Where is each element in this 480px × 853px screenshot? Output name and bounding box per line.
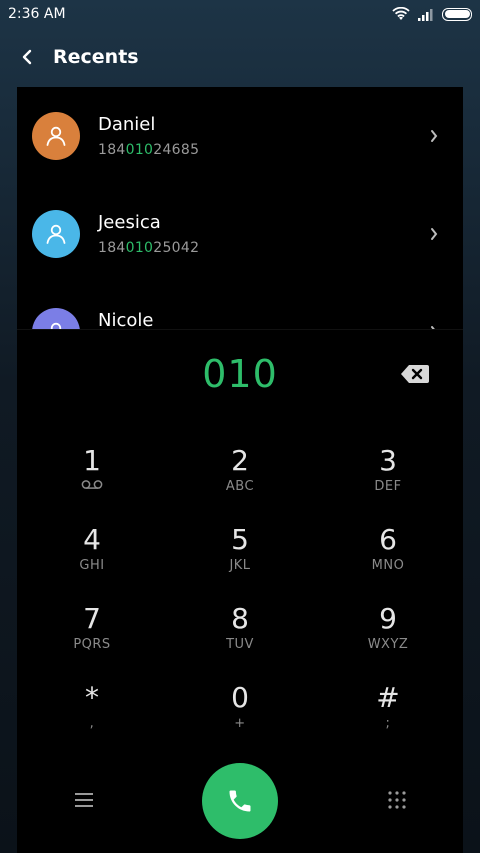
contact-row-jeesica[interactable]: Jeesica 18401025042 xyxy=(17,185,463,283)
wifi-icon xyxy=(392,7,410,20)
key-6[interactable]: 6 MNO xyxy=(333,523,443,593)
key-5[interactable]: 5 JKL xyxy=(185,523,295,593)
backspace-icon[interactable] xyxy=(400,363,430,385)
dialed-number: 010 xyxy=(202,352,278,396)
avatar xyxy=(32,308,80,329)
key-hash[interactable]: # ; xyxy=(333,681,443,751)
menu-icon[interactable] xyxy=(73,790,95,810)
key-0[interactable]: 0 + xyxy=(185,681,295,751)
chevron-right-icon[interactable] xyxy=(427,225,441,243)
contact-name: Jeesica xyxy=(98,212,161,233)
header: Recents xyxy=(0,34,480,82)
signal-icon xyxy=(418,8,433,21)
voicemail-icon xyxy=(81,480,103,489)
back-arrow-icon[interactable] xyxy=(16,44,38,70)
contact-name: Nicole xyxy=(98,310,154,329)
key-8[interactable]: 8 TUV xyxy=(185,602,295,672)
phone-icon xyxy=(229,790,251,812)
status-icons xyxy=(392,6,472,22)
call-button[interactable] xyxy=(202,763,278,839)
phone-screen: 2:36 AM Recents Daniel 18401024685 Jeesi… xyxy=(0,0,480,853)
contact-row-daniel[interactable]: Daniel 18401024685 xyxy=(17,87,463,185)
key-star[interactable]: * , xyxy=(37,681,147,751)
avatar xyxy=(32,112,80,160)
chevron-right-icon[interactable] xyxy=(427,127,441,145)
key-7[interactable]: 7 PQRS xyxy=(37,602,147,672)
key-1[interactable]: 1 xyxy=(37,444,147,514)
contact-number: 18401025042 xyxy=(98,240,200,256)
person-icon xyxy=(46,126,66,146)
contact-name: Daniel xyxy=(98,114,156,135)
dialer-panel: 010 1 2 ABC 3 DEF 4 GHI 5 JKL 6 MNO 7 PQ… xyxy=(17,329,463,853)
status-bar: 2:36 AM xyxy=(0,0,480,28)
battery-icon xyxy=(442,7,472,21)
recents-list: Daniel 18401024685 Jeesica 18401025042 N… xyxy=(17,87,463,329)
keypad-icon[interactable] xyxy=(387,790,407,810)
person-icon xyxy=(46,224,66,244)
contact-number: 18401024685 xyxy=(98,142,200,158)
key-2[interactable]: 2 ABC xyxy=(185,444,295,514)
key-4[interactable]: 4 GHI xyxy=(37,523,147,593)
person-icon xyxy=(50,322,62,329)
key-3[interactable]: 3 DEF xyxy=(333,444,443,514)
page-title: Recents xyxy=(53,46,139,68)
key-9[interactable]: 9 WXYZ xyxy=(333,602,443,672)
avatar xyxy=(32,210,80,258)
status-time: 2:36 AM xyxy=(8,6,66,22)
contact-row-nicole[interactable]: Nicole xyxy=(17,283,463,329)
